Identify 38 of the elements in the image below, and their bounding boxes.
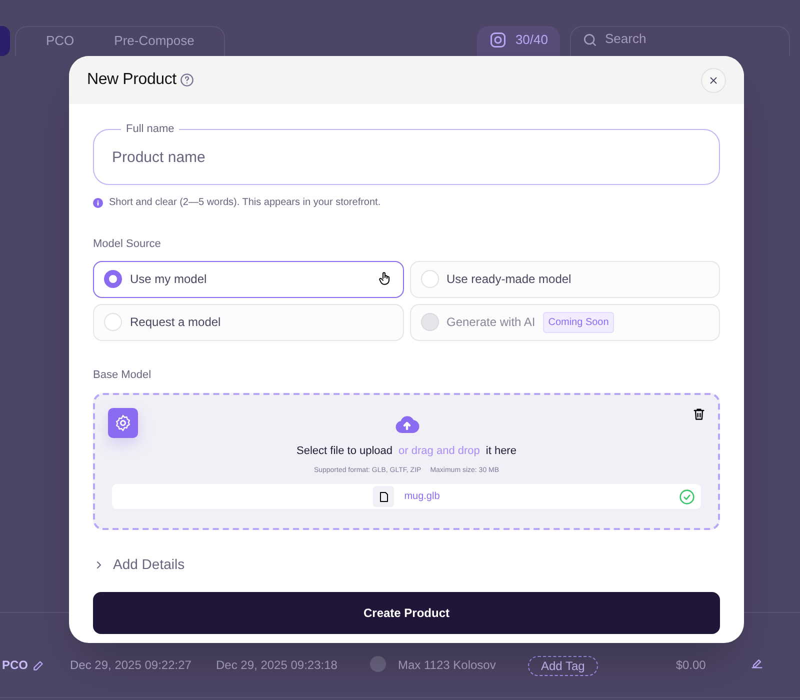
- camera-icon: [489, 31, 508, 49]
- pencil-icon: [32, 658, 46, 672]
- option-label: Use my model: [130, 271, 207, 288]
- close-icon: [708, 74, 719, 86]
- avatar-icon: [370, 656, 386, 672]
- hand-pointer-icon: [376, 271, 392, 287]
- tab[interactable]: PCO: [46, 32, 74, 50]
- search-icon: [582, 32, 598, 48]
- counter-text: 30/40: [515, 31, 548, 49]
- option-label: Use ready-made model: [446, 271, 572, 288]
- radio-option[interactable]: Use my model: [93, 260, 404, 298]
- create-product-button[interactable]: Create Product: [93, 592, 720, 634]
- radio-option[interactable]: Request a model: [93, 304, 404, 340]
- add-tag-button[interactable]: Add Tag: [528, 656, 598, 676]
- table-cell-text: Max 1123 Kolosov: [398, 657, 497, 674]
- help-icon: [180, 73, 194, 87]
- gear-icon: [114, 414, 132, 432]
- file-name: mug.glb: [404, 490, 440, 504]
- modal-title: New Product: [87, 70, 176, 90]
- trash-icon: [692, 407, 706, 421]
- product-name: PCO: [2, 657, 28, 674]
- tab-indicator: [0, 26, 10, 56]
- hint-text: Short and clear (2—5 words). This appears in your storefront.: [109, 196, 381, 210]
- table-cell-text: $0.00: [676, 657, 706, 674]
- tab[interactable]: Pre-Compose: [114, 32, 194, 50]
- document-icon: [378, 490, 390, 502]
- section-label: Base Model: [93, 368, 152, 382]
- table-cell-text: Dec 29, 2025 09:23:18: [216, 657, 338, 674]
- table-cell-text: Dec 29, 2025 09:22:27: [70, 657, 192, 674]
- coming-soon-badge: Coming Soon: [543, 312, 614, 332]
- radio-option[interactable]: Use ready-made model: [410, 260, 720, 298]
- add-details-toggle[interactable]: Add Details: [93, 554, 185, 575]
- option-label: Generate with AI: [446, 314, 536, 331]
- upload-text: Select file to upload: [296, 444, 393, 459]
- option-label: Request a model: [130, 314, 221, 331]
- upload-text: it here: [486, 444, 516, 459]
- section-label: Model Source: [93, 237, 162, 252]
- close-button[interactable]: [701, 68, 726, 92]
